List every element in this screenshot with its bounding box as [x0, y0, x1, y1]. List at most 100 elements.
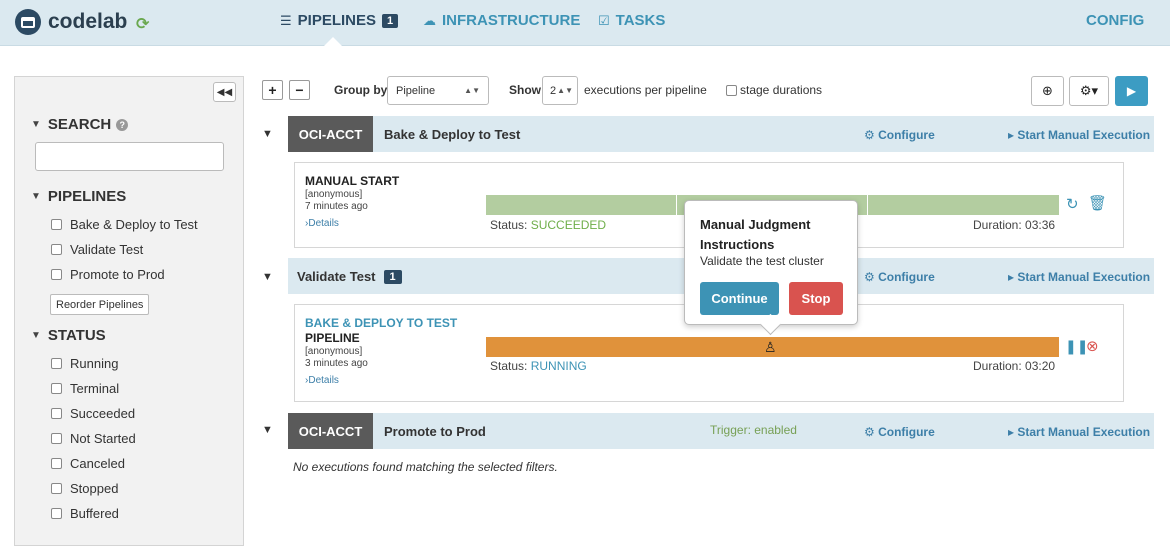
nav-tasks[interactable]: ☑ TASKS — [598, 12, 665, 29]
rerun-icon[interactable]: ↻ — [1066, 195, 1079, 213]
brand-logo[interactable]: codelab — [15, 9, 127, 35]
pipeline-group-header: OCI-ACCT Bake & Deploy to Test ⚙ Configu… — [288, 116, 1154, 152]
checkbox[interactable] — [51, 269, 62, 280]
stop-button[interactable]: Stop — [789, 282, 843, 315]
nav-infrastructure[interactable]: ☁ INFRASTRUCTURE — [423, 12, 580, 29]
expand-all-button[interactable]: + — [262, 80, 283, 100]
execution-time: 3 minutes ago — [305, 358, 368, 369]
chevron-down-icon: ▼ — [31, 119, 41, 130]
cancel-icon[interactable]: ⊗ — [1086, 337, 1099, 355]
execution-title: MANUAL START — [305, 174, 400, 188]
reorder-pipelines-button[interactable]: Reorder Pipelines — [50, 294, 150, 315]
pause-icon[interactable]: ❚❚ — [1065, 338, 1088, 355]
configure-link[interactable]: ⚙ Configure — [864, 425, 935, 439]
show-label: Show — [509, 83, 541, 97]
execution-title: PIPELINE — [305, 331, 360, 345]
checkbox[interactable] — [51, 408, 62, 419]
executions-per-pipeline-label: executions per pipeline — [584, 83, 707, 97]
manual-judgment-icon: ♙ — [764, 339, 777, 355]
popover-instructions: Validate the test cluster — [700, 254, 824, 268]
checkbox[interactable] — [51, 483, 62, 494]
configure-link[interactable]: ⚙ Configure — [864, 128, 935, 142]
continue-button[interactable]: Continue — [700, 282, 779, 315]
checkbox[interactable] — [51, 508, 62, 519]
play-icon: ▶ — [1126, 84, 1137, 98]
pipeline-title: Promote to Prod — [384, 424, 486, 439]
stage-segment[interactable] — [868, 195, 1059, 215]
pipelines-count-badge: 1 — [382, 13, 399, 28]
stage-segment[interactable] — [486, 195, 676, 215]
pipeline-group-header: OCI-ACCT Promote to Prod Trigger: enable… — [288, 413, 1154, 449]
execution-status: Status: RUNNING — [490, 359, 587, 373]
checkbox[interactable] — [51, 383, 62, 394]
collapse-all-button[interactable]: − — [289, 80, 310, 100]
search-input[interactable] — [35, 142, 224, 171]
start-manual-execution-link[interactable]: ▸ Start Manual Execution — [1008, 425, 1150, 439]
status-filter-buffered[interactable]: Buffered — [51, 506, 119, 521]
pipeline-filter-validate-test[interactable]: Validate Test — [51, 242, 143, 257]
settings-dropdown-button[interactable]: ⚙▾ — [1069, 76, 1109, 106]
details-link[interactable]: ›Details — [305, 375, 339, 386]
checkbox[interactable] — [51, 458, 62, 469]
select-arrows-icon: ▲▼ — [464, 86, 480, 95]
trash-icon[interactable]: 🗑 — [1088, 194, 1107, 212]
status-section-header[interactable]: ▼ STATUS — [31, 327, 106, 344]
list-icon: ☰ — [280, 12, 292, 28]
top-nav-bar: codelab ⟳ ☰ PIPELINES 1 ☁ INFRASTRUCTURE… — [0, 0, 1170, 47]
pipeline-filter-promote-prod[interactable]: Promote to Prod — [51, 267, 165, 282]
gear-icon: ⚙ — [864, 425, 875, 439]
brand-name: codelab — [48, 10, 128, 33]
gear-icon: ⚙▾ — [1079, 83, 1099, 98]
status-filter-stopped[interactable]: Stopped — [51, 481, 118, 496]
status-filter-running[interactable]: Running — [51, 356, 118, 371]
details-link[interactable]: ›Details — [305, 218, 339, 229]
status-filter-succeeded[interactable]: Succeeded — [51, 406, 135, 421]
refresh-icon[interactable]: ⟳ — [136, 14, 149, 34]
checkbox[interactable] — [51, 433, 62, 444]
cloud-icon: ☁ — [423, 12, 436, 28]
create-pipeline-button[interactable]: ⊕ — [1031, 76, 1064, 106]
nav-pipelines[interactable]: ☰ PIPELINES 1 — [280, 12, 399, 29]
checkbox[interactable] — [51, 244, 62, 255]
app-icon — [15, 9, 41, 35]
chevron-down-icon: ▼ — [31, 191, 41, 202]
search-section-header[interactable]: ▼ SEARCH ? — [31, 116, 129, 133]
pipeline-title: Validate Test 1 — [297, 269, 402, 284]
running-count-badge: 1 — [383, 269, 402, 284]
configure-link[interactable]: ⚙ Configure — [864, 270, 935, 284]
parent-execution-link[interactable]: BAKE & DEPLOY TO TEST — [305, 316, 457, 330]
execution-status: Status: SUCCEEDED — [490, 218, 607, 232]
checkbox[interactable] — [51, 358, 62, 369]
checkbox[interactable] — [726, 84, 737, 96]
run-button[interactable]: ▶ — [1115, 76, 1148, 106]
group-toggle-chevron[interactable]: ▼ — [262, 424, 273, 436]
start-manual-execution-link[interactable]: ▸ Start Manual Execution — [1008, 128, 1150, 142]
play-icon: ▸ — [1008, 425, 1015, 439]
group-by-select[interactable]: Pipeline ▲▼ — [387, 76, 489, 105]
execution-duration: Duration: 03:20 — [973, 359, 1056, 373]
pipelines-section-header[interactable]: ▼ PIPELINES — [31, 188, 126, 205]
status-filter-terminal[interactable]: Terminal — [51, 381, 119, 396]
checkbox[interactable] — [51, 219, 62, 230]
group-toggle-chevron[interactable]: ▼ — [262, 271, 273, 283]
nav-config[interactable]: CONFIG — [1086, 12, 1144, 29]
status-filter-not-started[interactable]: Not Started — [51, 431, 136, 446]
trigger-status: Trigger: enabled — [710, 423, 797, 437]
collapse-sidebar-button[interactable]: ◀◀ — [213, 82, 236, 102]
chevron-down-icon: ▼ — [31, 330, 41, 341]
executions-count-select[interactable]: 2 ▲▼ — [542, 76, 578, 105]
start-manual-execution-link[interactable]: ▸ Start Manual Execution — [1008, 270, 1150, 284]
help-icon[interactable]: ? — [116, 118, 129, 131]
account-tag: OCI-ACCT — [288, 116, 373, 152]
status-filter-canceled[interactable]: Canceled — [51, 456, 125, 471]
empty-state-message: No executions found matching the selecte… — [293, 460, 558, 474]
execution-user: [anonymous] — [305, 189, 363, 200]
pipeline-filter-bake-deploy[interactable]: Bake & Deploy to Test — [51, 217, 198, 232]
account-tag: OCI-ACCT — [288, 413, 373, 449]
stage-durations-toggle[interactable]: stage durations — [726, 83, 822, 97]
execution-time: 7 minutes ago — [305, 201, 368, 212]
pipeline-title: Bake & Deploy to Test — [384, 127, 521, 142]
group-toggle-chevron[interactable]: ▼ — [262, 128, 273, 140]
play-icon: ▸ — [1008, 270, 1015, 284]
gear-icon: ⚙ — [864, 128, 875, 142]
